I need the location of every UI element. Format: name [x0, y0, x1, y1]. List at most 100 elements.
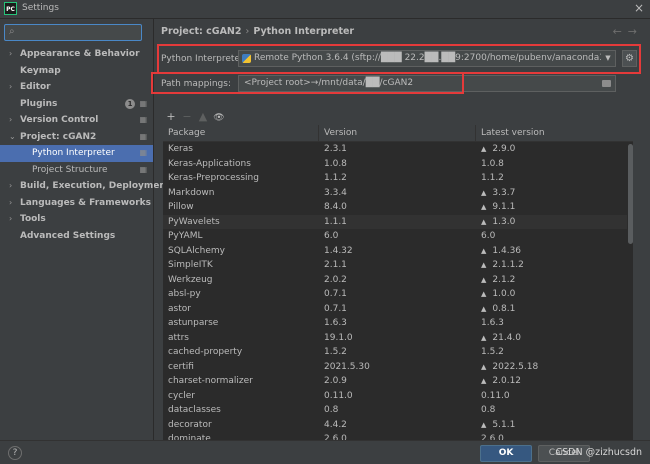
package-latest-version-text: 2022.5.18	[492, 361, 539, 372]
package-version-text: 1.1.1	[324, 216, 347, 227]
table-row[interactable]: astunparse 1.6.3 1.6.3	[163, 316, 633, 331]
remove-package-icon[interactable]: −	[179, 110, 195, 124]
table-row[interactable]: decorator 4.4.2 ▲ 5.1.1	[163, 418, 633, 433]
package-latest-version-text: 0.8	[481, 405, 496, 415]
table-row[interactable]: dataclasses 0.8 0.8	[163, 403, 633, 418]
package-latest-version-text: 2.1.1.2	[492, 260, 524, 270]
close-icon[interactable]: ×	[634, 1, 644, 15]
table-row[interactable]: Keras-Applications 1.0.8 1.0.8	[163, 157, 633, 172]
interpreter-select[interactable]: Remote Python 3.6.4 (sftp://███ 22.2██.█…	[238, 50, 616, 67]
table-row[interactable]: cycler 0.11.0 0.11.0	[163, 389, 633, 404]
sidebar-item-languages-frameworks[interactable]: › Languages & Frameworks	[0, 195, 153, 212]
package-latest-version: 0.11.0	[481, 389, 510, 404]
table-row[interactable]: attrs 19.1.0 ▲ 21.4.0	[163, 331, 633, 346]
breadcrumb-project[interactable]: Project: cGAN2	[161, 26, 242, 37]
pycharm-logo-icon: PC	[4, 2, 17, 15]
add-package-icon[interactable]: +	[163, 110, 179, 124]
table-row[interactable]: dominate 2.6.0 2.6.0	[163, 432, 633, 440]
package-name-text: astunparse	[168, 318, 219, 328]
chevron-right-icon[interactable]: ›	[9, 195, 12, 212]
settings-search-input[interactable]: ⌕	[4, 24, 142, 41]
table-row[interactable]: Pillow 8.4.0 ▲ 9.1.1	[163, 200, 633, 215]
package-name: astunparse	[168, 316, 218, 331]
chevron-right-icon[interactable]: ›	[9, 178, 12, 195]
upgrade-package-icon[interactable]: ▲	[195, 110, 211, 124]
package-latest-version-text: 1.0.8	[481, 158, 504, 169]
package-name-text: PyYAML	[168, 231, 203, 241]
table-row[interactable]: SimpleITK 2.1.1 ▲ 2.1.1.2	[163, 258, 633, 273]
project-scope-icon: ▦	[139, 164, 147, 174]
sidebar-item-appearance-behavior[interactable]: › Appearance & Behavior	[0, 46, 153, 63]
package-name: Keras	[168, 142, 193, 157]
table-row[interactable]: astor 0.7.1 ▲ 0.8.1	[163, 302, 633, 317]
package-name-text: cached-property	[168, 347, 243, 357]
python-icon	[242, 54, 251, 63]
sidebar-item-plugins[interactable]: Plugins 1 ▦	[0, 96, 153, 113]
package-latest-version-text: 2.0.12	[492, 376, 522, 386]
folder-icon[interactable]	[602, 80, 611, 87]
package-latest-version: ▲ 21.4.0	[481, 331, 521, 346]
package-latest-version: ▲ 2.1.1.2	[481, 258, 524, 273]
package-latest-version-text: 1.4.36	[492, 245, 522, 256]
upgrade-available-icon: ▲	[481, 333, 487, 342]
chevron-right-icon[interactable]: ›	[9, 46, 12, 63]
sidebar-item-project-structure[interactable]: Project Structure ▦	[0, 162, 153, 179]
table-row[interactable]: cached-property 1.5.2 1.5.2	[163, 345, 633, 360]
table-row[interactable]: Keras 2.3.1 ▲ 2.9.0	[163, 142, 633, 157]
table-row[interactable]: PyWavelets 1.1.1 ▲ 1.3.0	[163, 214, 633, 230]
package-latest-version: 1.6.3	[481, 316, 504, 331]
package-name-text: decorator	[168, 419, 212, 430]
sidebar-item-version-control[interactable]: › Version Control ▦	[0, 112, 153, 129]
sidebar-item-project-cgan2[interactable]: ⌄ Project: cGAN2 ▦	[0, 129, 153, 146]
sidebar-item-tools[interactable]: › Tools	[0, 211, 153, 228]
package-latest-version-text: 0.11.0	[481, 390, 510, 401]
package-name: PyYAML	[168, 229, 203, 244]
ok-button[interactable]: OK	[480, 445, 532, 462]
table-row[interactable]: Markdown 3.3.4 ▲ 3.3.7	[163, 186, 633, 201]
sidebar-item-build-execution-deployment[interactable]: › Build, Execution, Deployment	[0, 178, 170, 195]
interpreter-panel: Project: cGAN2 › Python Interpreter ←→ Pyt…	[151, 19, 650, 440]
package-name-text: SQLAlchemy	[168, 245, 225, 256]
table-row[interactable]: Werkzeug 2.0.2 ▲ 2.1.2	[163, 273, 633, 288]
package-name: PyWavelets	[168, 215, 220, 230]
table-row[interactable]: certifi 2021.5.30 ▲ 2022.5.18	[163, 360, 633, 375]
table-row[interactable]: SQLAlchemy 1.4.32 ▲ 1.4.36	[163, 244, 633, 259]
column-header-package[interactable]: Package	[163, 125, 319, 141]
show-early-releases-eye-icon[interactable]: 👁	[211, 111, 227, 125]
interpreter-settings-gear-icon[interactable]: ⚙	[622, 50, 637, 67]
scrollbar-thumb[interactable]	[628, 144, 633, 244]
sidebar-item-keymap[interactable]: Keymap	[0, 63, 153, 80]
table-scrollbar[interactable]	[627, 142, 633, 440]
help-button[interactable]: ?	[8, 446, 22, 460]
chevron-right-icon[interactable]: ›	[9, 79, 12, 96]
sidebar-item-label: Project Structure	[32, 164, 108, 175]
table-row[interactable]: PyYAML 6.0 6.0	[163, 229, 633, 244]
chevron-down-icon[interactable]: ⌄	[9, 129, 16, 146]
chevron-right-icon[interactable]: ›	[9, 211, 12, 228]
chevron-right-icon[interactable]: ›	[9, 112, 12, 129]
title-bar: PC Settings ×	[0, 0, 650, 19]
column-header-version[interactable]: Version	[319, 125, 476, 141]
path-mappings-label: Path mappings:	[161, 79, 231, 89]
package-name-text: Markdown	[168, 187, 215, 198]
package-latest-version: ▲ 5.1.1	[481, 418, 515, 433]
table-row[interactable]: Keras-Preprocessing 1.1.2 1.1.2	[163, 171, 633, 186]
package-version-text: 19.1.0	[324, 332, 353, 343]
package-name-text: charset-normalizer	[168, 376, 253, 386]
sidebar-item-editor[interactable]: › Editor	[0, 79, 153, 96]
package-version: 1.0.8	[324, 157, 347, 172]
package-version: 2.1.1	[324, 258, 347, 273]
sidebar-item-python-interpreter[interactable]: Python Interpreter ▦	[0, 145, 153, 162]
table-row[interactable]: absl-py 0.7.1 ▲ 1.0.0	[163, 287, 633, 302]
back-arrow-icon[interactable]: ←	[613, 25, 628, 38]
table-row[interactable]: charset-normalizer 2.0.9 ▲ 2.0.12	[163, 374, 633, 389]
column-header-latest-version[interactable]: Latest version	[476, 125, 633, 141]
chevron-down-icon[interactable]: ▼	[601, 51, 615, 66]
forward-arrow-icon[interactable]: →	[628, 25, 643, 38]
path-mappings-field[interactable]: <Project root>→/mnt/data/██/cGAN2	[238, 75, 616, 92]
package-name-text: Keras-Applications	[168, 158, 251, 169]
package-name: Pillow	[168, 200, 194, 215]
sidebar-item-advanced-settings[interactable]: Advanced Settings	[0, 228, 153, 245]
package-version-text: 3.3.4	[324, 187, 347, 198]
sidebar-item-label: Keymap	[20, 65, 61, 76]
